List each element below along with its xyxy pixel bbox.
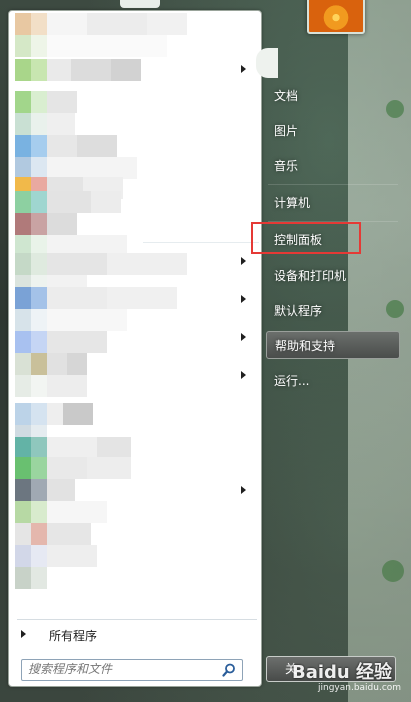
- all-programs-label: 所有程序: [49, 629, 98, 643]
- menu-item-default-programs[interactable]: 默认程序: [266, 297, 400, 325]
- search-icon[interactable]: [222, 663, 236, 677]
- watermark-url: jingyan.baidu.com: [318, 683, 402, 693]
- submenu-arrow-icon[interactable]: [241, 371, 246, 379]
- submenu-arrow-icon[interactable]: [241, 65, 246, 73]
- menu-separator: [268, 184, 398, 185]
- menu-item-help-support[interactable]: 帮助和支持: [266, 331, 400, 359]
- user-avatar[interactable]: [307, 0, 365, 34]
- search-box[interactable]: [21, 659, 243, 681]
- menu-item-pictures[interactable]: 图片: [266, 117, 400, 145]
- menu-item-devices-printers[interactable]: 设备和打印机: [266, 262, 400, 290]
- pixelated-program-list: [15, 13, 259, 593]
- submenu-arrow-icon[interactable]: [241, 257, 246, 265]
- menu-item-music[interactable]: 音乐: [266, 152, 400, 180]
- menu-item-computer[interactable]: 计算机: [266, 189, 400, 217]
- submenu-arrow-icon[interactable]: [241, 333, 246, 341]
- menu-item-documents[interactable]: 文档: [266, 82, 400, 110]
- expand-arrow-icon: [21, 630, 26, 638]
- menu-item-run[interactable]: 运行...: [266, 367, 400, 395]
- submenu-arrow-icon[interactable]: [241, 486, 246, 494]
- highlight-annotation-box: [251, 222, 361, 254]
- window-edge: [120, 0, 160, 8]
- start-menu-program-list: 所有程序: [8, 10, 262, 687]
- watermark-logo: Baidu 经验: [292, 662, 393, 683]
- panel-edge: [256, 48, 278, 78]
- search-input[interactable]: [22, 660, 216, 678]
- list-divider: [143, 242, 259, 243]
- all-programs-button[interactable]: 所有程序: [17, 619, 257, 648]
- submenu-arrow-icon[interactable]: [241, 295, 246, 303]
